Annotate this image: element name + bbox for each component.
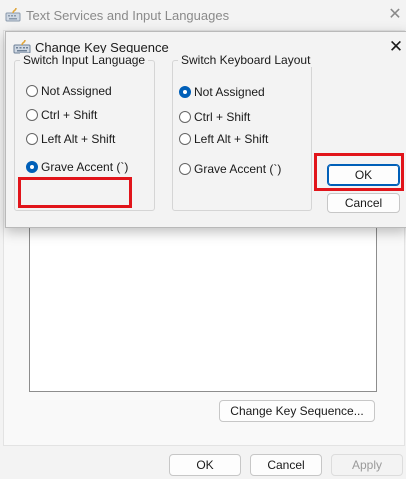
ok-button[interactable]: OK	[327, 164, 400, 186]
cancel-button[interactable]: Cancel	[327, 193, 400, 213]
switch-keyboard-layout-group: Switch Keyboard Layout Not Assigned Ctrl…	[172, 53, 314, 211]
switch-input-language-legend: Switch Input Language	[20, 53, 149, 67]
radio-button-selected[interactable]	[179, 86, 191, 98]
close-icon[interactable]: ✕	[386, 36, 406, 58]
radio-button[interactable]	[179, 133, 191, 145]
radio-label: Ctrl + Shift	[194, 110, 251, 124]
radio-label: Grave Accent (`)	[194, 162, 282, 176]
background-ok-button[interactable]: OK	[169, 454, 241, 476]
keyboard-icon	[5, 7, 21, 22]
radio-button[interactable]	[179, 111, 191, 123]
background-cancel-button[interactable]: Cancel	[250, 454, 322, 476]
radio-button-selected[interactable]	[26, 161, 38, 173]
radio-button[interactable]	[179, 163, 191, 175]
change-key-sequence-button[interactable]: Change Key Sequence...	[219, 400, 375, 422]
apply-button[interactable]: Apply	[331, 454, 403, 476]
switch-input-language-group: Switch Input Language Not Assigned Ctrl …	[14, 53, 155, 211]
radio-button[interactable]	[26, 85, 38, 97]
radio-label: Grave Accent (`)	[41, 160, 129, 174]
radio-button[interactable]	[26, 109, 38, 121]
switch-keyboard-layout-legend: Switch Keyboard Layout	[178, 53, 314, 67]
hotkey-list[interactable]	[29, 215, 377, 392]
radio-label: Not Assigned	[41, 84, 112, 98]
background-window-title: Text Services and Input Languages	[26, 8, 230, 23]
radio-button[interactable]	[26, 133, 38, 145]
radio-label: Left Alt + Shift	[41, 132, 116, 146]
radio-label: Left Alt + Shift	[194, 132, 269, 146]
close-icon[interactable]: ✕	[385, 5, 405, 25]
radio-label: Ctrl + Shift	[41, 108, 98, 122]
radio-label: Not Assigned	[194, 85, 265, 99]
background-titlebar: Text Services and Input Languages ✕	[0, 0, 406, 30]
